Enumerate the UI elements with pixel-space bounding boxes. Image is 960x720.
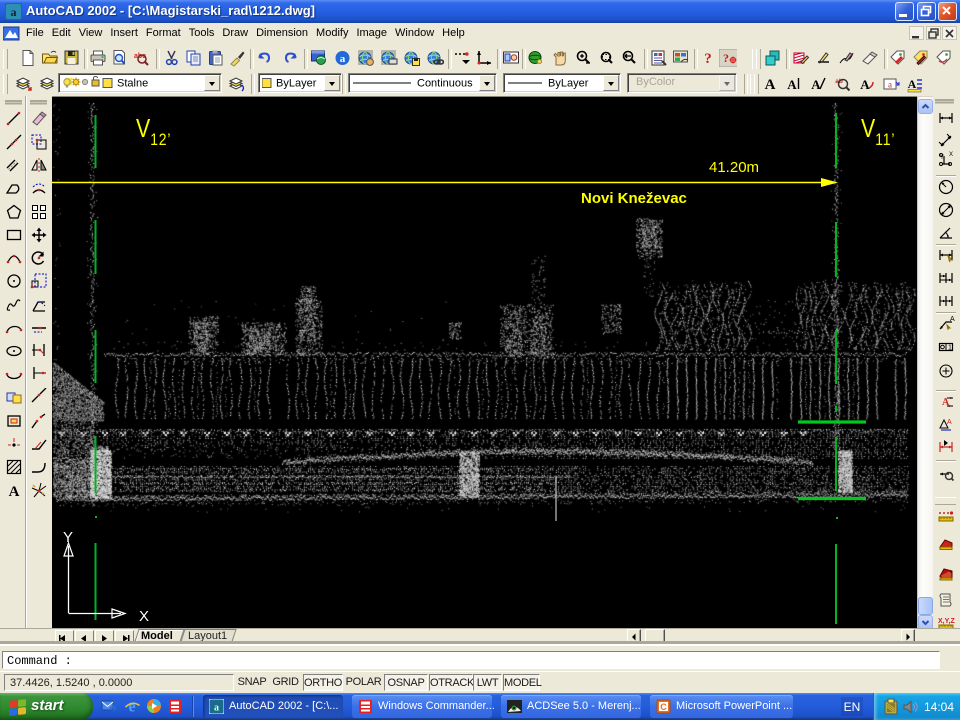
svg-text:Stalne: Stalne [117,78,148,90]
svg-text:?: ? [704,51,712,67]
svg-text:?: ? [723,51,729,65]
svg-text:ByLayer: ByLayer [548,78,589,90]
svg-text:A: A [765,77,776,93]
svg-text:1: 1 [948,345,952,352]
svg-text:a: a [340,53,346,65]
svg-text:a: a [214,703,219,714]
svg-text:e: e [128,699,135,715]
svg-text:X: X [949,152,953,158]
svg-text:A: A [947,419,952,426]
svg-text:X: X [139,608,149,625]
svg-text:Y: Y [63,529,73,546]
svg-text:A: A [787,77,797,92]
svg-text:ByLayer: ByLayer [276,78,317,90]
svg-text:a: a [888,80,892,90]
svg-text:X,Y,Z: X,Y,Z [938,618,955,625]
svg-text:Continuous: Continuous [417,78,473,90]
svg-text:A: A [860,77,870,92]
svg-text:A: A [950,316,955,323]
svg-text:A: A [9,484,20,499]
svg-text:a: a [11,5,17,19]
svg-text:C: C [660,702,667,712]
svg-text:A: A [811,77,821,92]
svg-text:A: A [908,77,917,91]
